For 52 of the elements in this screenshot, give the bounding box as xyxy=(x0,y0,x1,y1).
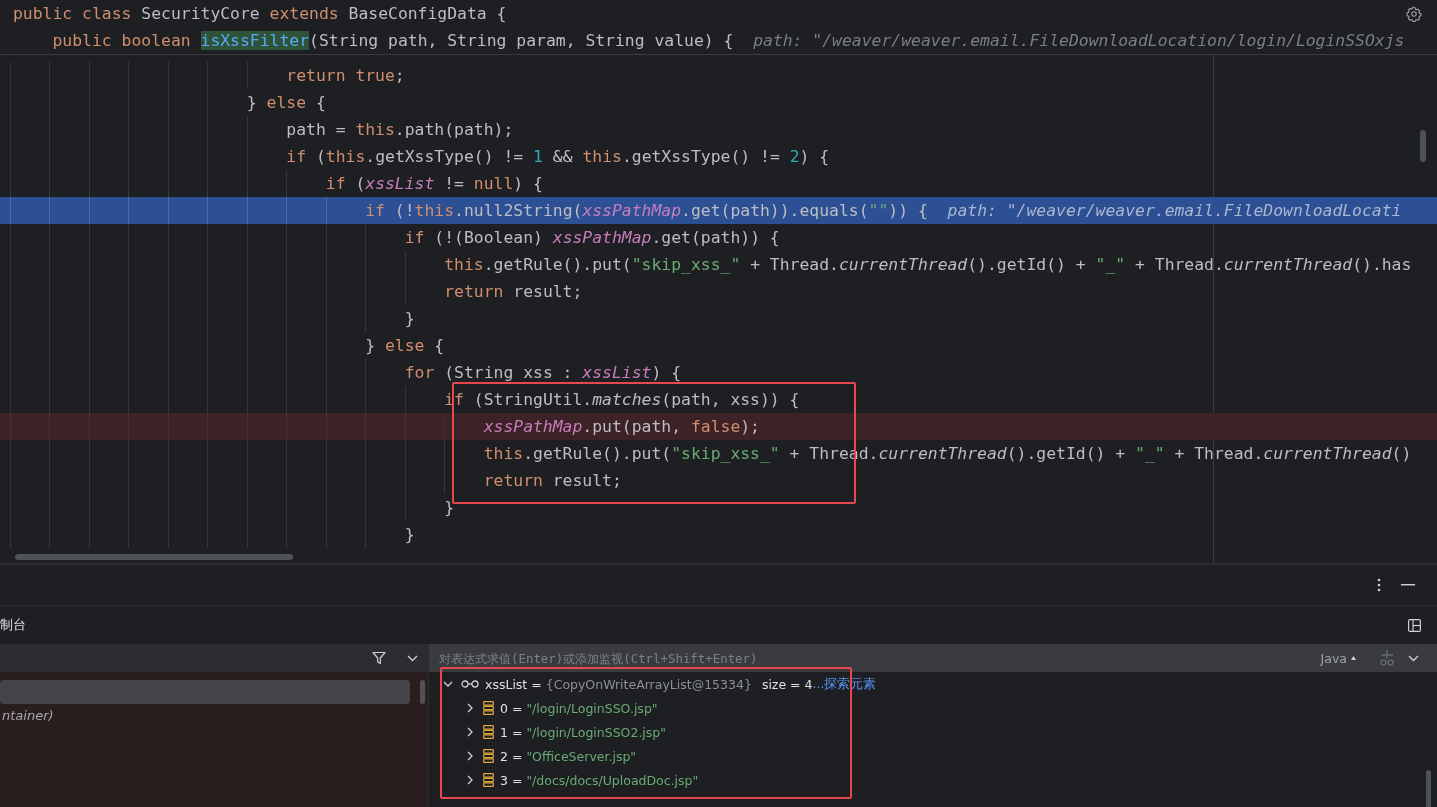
console-tab[interactable]: 制台 xyxy=(0,616,26,634)
filter-icon[interactable] xyxy=(372,651,386,665)
code-line: if (this.getXssType() != 1 && this.getXssType() != 2) { xyxy=(286,146,830,168)
code-line: path = this.path(path); xyxy=(286,119,514,141)
glasses-icon xyxy=(461,680,479,688)
chevron-down-icon[interactable] xyxy=(1408,654,1419,662)
code-line: public class SecurityCore extends BaseConfigData { xyxy=(13,3,507,25)
settings-icon[interactable] xyxy=(1406,6,1422,22)
dropdown-arrow-icon xyxy=(1351,656,1356,660)
code-line: if (!this.null2String(xssPathMap.get(path)).equals("")) { xyxy=(365,200,928,222)
minimize-icon[interactable] xyxy=(1401,584,1415,586)
chevron-down-icon[interactable] xyxy=(443,679,453,689)
language-dropdown[interactable]: Java xyxy=(1320,650,1366,666)
chevron-right-icon[interactable] xyxy=(465,703,475,713)
code-line: xssPathMap.put(path, false); xyxy=(483,416,760,438)
vertical-scrollbar[interactable] xyxy=(1426,770,1431,807)
code-line: } xyxy=(404,308,415,330)
code-line: if (xssList != null) { xyxy=(325,173,543,195)
stack-icon xyxy=(483,749,494,763)
stack-icon xyxy=(483,725,494,739)
expression-field[interactable]: 对表达式求值(Enter)或添加监视(Ctrl+Shift+Enter) xyxy=(439,647,1307,669)
code-line: } xyxy=(444,497,455,519)
code-line: } else { xyxy=(365,335,445,357)
code-line: } xyxy=(404,524,415,546)
code-line: } else { xyxy=(246,92,326,114)
chevron-right-icon[interactable] xyxy=(465,751,475,761)
inline-value-hint: path: "/weaver/weaver.email.FileDownloadLocation/login/LoginSSOxjs xyxy=(753,30,1405,52)
stack-icon xyxy=(483,773,494,787)
frame-item[interactable]: ntainer) xyxy=(0,704,410,728)
code-line: for (String xss : xssList) { xyxy=(404,362,682,384)
chevron-down-icon[interactable] xyxy=(407,654,418,662)
variable-value: 3 = "/docs/docs/UploadDoc.jsp" xyxy=(500,772,699,788)
variable-value: 2 = "OfficeServer.jsp" xyxy=(500,748,637,764)
more-options-icon[interactable] xyxy=(1377,578,1381,592)
layout-icon[interactable] xyxy=(1408,618,1421,632)
vertical-scrollbar[interactable] xyxy=(1420,130,1426,162)
variable-value: xssList = {CopyOnWriteArrayList@15334} xyxy=(485,676,752,692)
code-line: public boolean isXssFilter(String path, String param, String value) { xyxy=(52,30,734,52)
code-line: return true; xyxy=(286,65,405,87)
collection-size: size = 4 xyxy=(761,676,813,692)
inline-value-hint: path: "/weaver/weaver.email.FileDownloadLocati xyxy=(947,200,1402,222)
chevron-right-icon[interactable] xyxy=(465,727,475,737)
code-line: return result; xyxy=(483,470,622,492)
code-line: if (!(Boolean) xssPathMap.get(path)) { xyxy=(404,227,780,249)
stack-icon xyxy=(483,701,494,715)
horizontal-scrollbar[interactable] xyxy=(15,554,293,560)
variable-value: 0 = "/login/LoginSSO.jsp" xyxy=(500,700,658,716)
code-line: return result; xyxy=(444,281,583,303)
variable-value: 1 = "/login/LoginSSO2.jsp" xyxy=(500,724,667,740)
vertical-scrollbar[interactable] xyxy=(420,680,425,704)
code-line: this.getRule().put("skip_xss_" + Thread.currentThread().getId() + "_" + Thread.currentThread().has xyxy=(444,254,1412,276)
chevron-right-icon[interactable] xyxy=(465,775,475,785)
